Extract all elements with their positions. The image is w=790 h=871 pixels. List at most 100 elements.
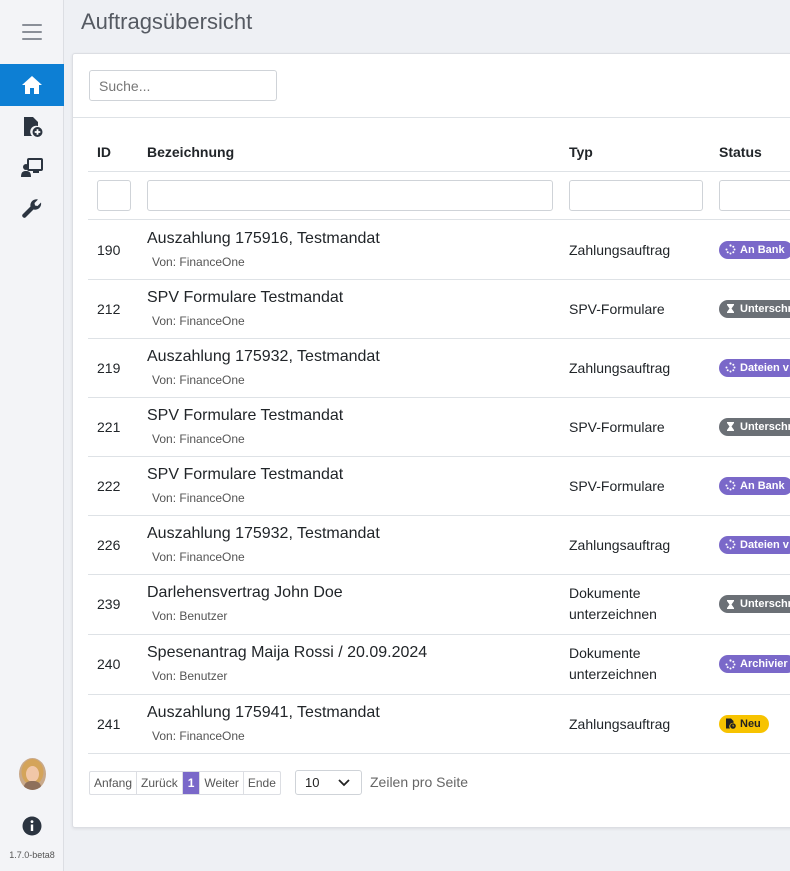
sidebar-item-home[interactable]	[0, 64, 64, 106]
row-title[interactable]: Auszahlung 175916, Testmandat	[147, 230, 380, 248]
search-input[interactable]	[89, 70, 277, 101]
row-id: 190	[97, 241, 121, 258]
app-version: 1.7.0-beta8	[9, 850, 55, 860]
home-icon	[22, 76, 42, 94]
table-row[interactable]: 212 SPV Formulare Testmandat Von: FinanceO…	[73, 279, 790, 338]
table-row[interactable]: 239 Darlehensvertrag John Doe Von: Benutze…	[73, 574, 790, 634]
column-header-title[interactable]: Bezeichnung	[147, 144, 234, 160]
sidebar-item-new-order[interactable]	[0, 106, 64, 148]
row-title[interactable]: SPV Formulare Testmandat	[147, 289, 343, 307]
table-row[interactable]: 240 Spesenantrag Maija Rossi / 20.09.2024…	[73, 634, 790, 694]
row-title[interactable]: SPV Formulare Testmandat	[147, 407, 343, 425]
row-sender: Von: FinanceOne	[152, 254, 245, 269]
row-sender: Von: FinanceOne	[152, 728, 245, 743]
status-badge-label: Dateien v	[740, 538, 789, 551]
row-type: Dokumente	[569, 585, 641, 601]
row-type: Zahlungsauftrag	[569, 359, 671, 376]
page-size-value: 10	[305, 775, 320, 790]
spinner-icon	[725, 244, 736, 255]
file-clock-icon	[726, 718, 736, 729]
filter-status-input[interactable]	[719, 180, 790, 211]
row-title[interactable]: Spesenantrag Maija Rossi / 20.09.2024	[147, 644, 427, 662]
row-type: SPV-Formulare	[569, 477, 665, 494]
sidebar-item-presentation[interactable]	[0, 147, 64, 189]
row-sender: Von: FinanceOne	[152, 431, 245, 446]
pagination-next-button[interactable]: Weiter	[200, 772, 244, 794]
row-type: unterzeichnen	[569, 666, 657, 682]
row-title[interactable]: Auszahlung 175932, Testmandat	[147, 525, 380, 543]
page-title: Auftragsübersicht	[81, 9, 253, 34]
row-id: 222	[97, 477, 121, 494]
column-header-id[interactable]: ID	[97, 144, 111, 160]
info-icon[interactable]	[22, 816, 42, 836]
status-badge-label: Archivier	[740, 658, 788, 670]
status-badge-label: Unterschr	[740, 302, 790, 315]
status-badge-label: Dateien v	[740, 361, 789, 374]
row-type: SPV-Formulare	[569, 300, 665, 317]
table-row[interactable]: 241 Auszahlung 175941, Testmandat Von: Fin…	[73, 694, 790, 753]
status-badge: Archivier	[719, 655, 790, 673]
table-row[interactable]: 190 Auszahlung 175916, Testmandat Von: Fin…	[73, 220, 790, 279]
orders-card: ID Bezeichnung Typ Status 190 Auszahlung …	[72, 53, 790, 828]
table-row[interactable]: 222 SPV Formulare Testmandat Von: FinanceO…	[73, 456, 790, 515]
sidebar-item-tools[interactable]	[0, 188, 64, 230]
row-title[interactable]: SPV Formulare Testmandat	[147, 466, 343, 484]
status-badge: Dateien v	[719, 535, 790, 554]
filter-title-input[interactable]	[147, 180, 553, 211]
pagination-last-button[interactable]: Ende	[244, 772, 280, 794]
column-header-status[interactable]: Status	[719, 144, 762, 160]
user-board-icon	[21, 158, 43, 177]
status-badge: Neu	[719, 714, 769, 733]
pagination: Anfang Zurück 1 Weiter Ende	[89, 771, 281, 795]
status-badge-label: An Bank	[740, 243, 785, 256]
row-id: 241	[97, 715, 121, 732]
avatar[interactable]	[19, 758, 46, 790]
column-header-type[interactable]: Typ	[569, 144, 593, 160]
filter-id-input[interactable]	[97, 180, 131, 211]
status-badge: Unterschr	[719, 417, 790, 436]
table-row[interactable]: 221 SPV Formulare Testmandat Von: FinanceO…	[73, 397, 790, 456]
spinner-icon	[725, 480, 736, 491]
row-title[interactable]: Auszahlung 175932, Testmandat	[147, 348, 380, 366]
status-badge: Unterschr	[719, 299, 790, 318]
divider	[88, 753, 790, 754]
filter-type-input[interactable]	[569, 180, 703, 211]
row-id: 212	[97, 300, 121, 317]
row-id: 239	[97, 596, 121, 612]
file-add-icon	[24, 117, 43, 137]
row-type: Dokumente	[569, 645, 641, 661]
table-row[interactable]: 226 Auszahlung 175932, Testmandat Von: Fin…	[73, 515, 790, 574]
row-sender: Von: FinanceOne	[152, 313, 245, 328]
hourglass-icon	[727, 422, 734, 431]
row-sender: Von: Benutzer	[152, 669, 228, 683]
row-type: SPV-Formulare	[569, 418, 665, 435]
status-badge-label: Neu	[740, 717, 761, 730]
row-title[interactable]: Auszahlung 175941, Testmandat	[147, 704, 380, 722]
page-size-select[interactable]: 10	[295, 770, 362, 795]
row-sender: Von: FinanceOne	[152, 372, 245, 387]
row-sender: Von: FinanceOne	[152, 490, 245, 505]
row-type: Zahlungsauftrag	[569, 241, 671, 258]
divider	[88, 171, 790, 172]
pagination-first-button[interactable]: Anfang	[90, 772, 138, 794]
sidebar: 1.7.0-beta8	[0, 0, 64, 871]
row-id: 226	[97, 536, 121, 553]
row-type: unterzeichnen	[569, 606, 657, 622]
status-badge: An Bank	[719, 476, 790, 495]
status-badge-label: Unterschr	[740, 598, 790, 610]
row-title[interactable]: Darlehensvertrag John Doe	[147, 584, 343, 602]
spinner-icon	[725, 539, 736, 550]
spinner-icon	[725, 362, 736, 373]
row-id: 219	[97, 359, 121, 376]
wrench-icon	[22, 199, 42, 218]
page-size-label: Zeilen pro Seite	[370, 774, 469, 790]
row-id: 240	[97, 656, 121, 672]
hamburger-menu-icon[interactable]	[22, 24, 42, 40]
row-sender: Von: FinanceOne	[152, 549, 245, 564]
hourglass-icon	[727, 599, 734, 609]
pagination-prev-button[interactable]: Zurück	[137, 772, 183, 794]
pagination-current-page[interactable]: 1	[182, 772, 201, 794]
divider	[73, 117, 790, 118]
table-row[interactable]: 219 Auszahlung 175932, Testmandat Von: Fin…	[73, 338, 790, 397]
status-badge: An Bank	[719, 240, 790, 259]
